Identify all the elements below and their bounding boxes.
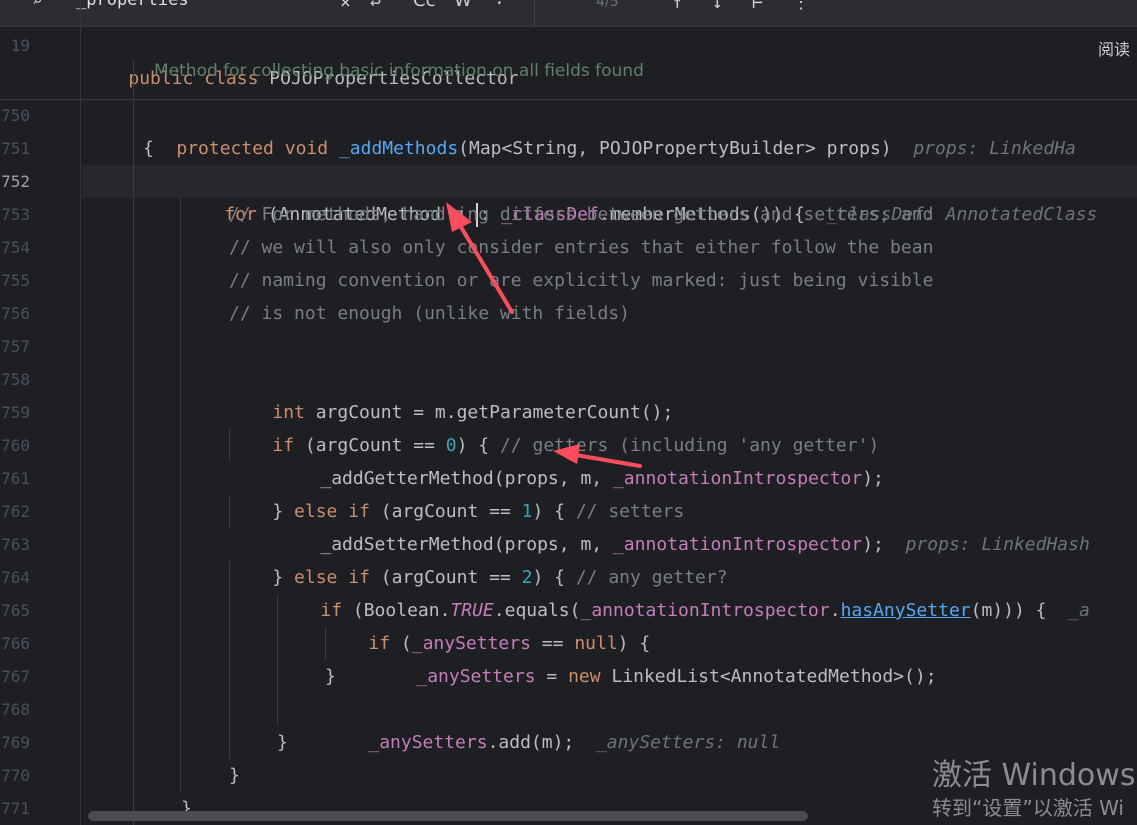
code-text: (m))) { — [970, 600, 1047, 621]
more-options-icon[interactable]: ⋮ — [792, 0, 810, 12]
code-text: } — [277, 732, 288, 753]
next-match-icon[interactable]: ↓ — [712, 0, 723, 12]
code-comment[interactable]: // we will also only consider entries th… — [229, 231, 933, 264]
code-text: } — [325, 666, 336, 687]
code-text: } — [229, 765, 240, 786]
method-params: (Map<String, POJOPropertyBuilder> props) — [458, 138, 892, 159]
whole-word-button[interactable]: W — [454, 0, 472, 10]
code-text: ); — [862, 468, 884, 489]
regex-button[interactable]: .* — [494, 0, 516, 8]
line-number: 762 — [1, 502, 30, 521]
sticky-scroll-header: 19 public class POJOPropertiesCollector … — [0, 27, 1137, 100]
code-text: = — [535, 666, 569, 687]
search-icon[interactable]: ⌕ — [32, 0, 43, 10]
method-link[interactable]: hasAnySetter — [841, 600, 971, 621]
code-line[interactable]: int argCount = m.getParameterCount(); — [229, 363, 673, 423]
field-reference: _anySetters — [368, 732, 488, 753]
code-line[interactable]: if (Boolean.TRUE.equals(_annotationIntro… — [277, 561, 1090, 621]
code-line[interactable]: } — [229, 759, 240, 792]
windows-activation-watermark-subtitle: 转到“设置”以激活 Wi — [932, 796, 1124, 820]
line-number: 760 — [1, 436, 30, 455]
code-text: { — [143, 138, 154, 159]
line-number: 770 — [1, 766, 30, 785]
indent-guide — [133, 99, 134, 825]
line-number: 771 — [1, 799, 30, 818]
sticky-doc-comment[interactable]: Method for collecting basic information … — [154, 55, 644, 88]
code-line[interactable]: protected void _addMethods(Map<String, P… — [133, 99, 1076, 159]
method-name: _addMethods — [338, 138, 459, 159]
horizontal-scrollbar[interactable] — [88, 811, 808, 821]
match-case-button[interactable]: Cc — [413, 0, 435, 10]
code-text: ); — [862, 534, 884, 555]
line-number: 755 — [1, 271, 30, 290]
find-bar: ⌕ _properties × ↩ Cc W .* 4/5 ↑ ↓ ⊢ ⋮ — [0, 0, 1137, 27]
match-counter: 4/5 — [596, 0, 619, 10]
inline-debug-hint: props: LinkedHa — [913, 138, 1076, 159]
gutter-divider — [80, 0, 81, 825]
code-comment[interactable]: // For methods, handling differs between… — [229, 198, 933, 231]
line-number: 751 — [1, 139, 30, 158]
line-number: 756 — [1, 304, 30, 323]
line-number-current: 752 — [1, 172, 30, 191]
code-comment[interactable]: // is not enough (unlike with fields) — [229, 297, 630, 330]
keyword: new — [568, 666, 601, 687]
find-input[interactable]: _properties — [76, 0, 189, 10]
line-number: 750 — [1, 106, 30, 125]
previous-match-icon[interactable]: ↑ — [672, 0, 683, 12]
inline-debug-hint: props: LinkedHash — [905, 534, 1090, 555]
line-number: 753 — [1, 205, 30, 224]
code-line[interactable]: } — [277, 726, 288, 759]
code-comment[interactable]: // naming convention or are explicitly m… — [229, 264, 933, 297]
filter-icon[interactable]: ⊢ — [752, 0, 763, 12]
line-number: 758 — [1, 370, 30, 389]
replace-toggle-icon[interactable]: ↩ — [370, 0, 381, 12]
indent-guide — [133, 60, 134, 98]
reader-mode-label[interactable]: 阅读 — [1098, 36, 1130, 60]
code-line[interactable]: _anySetters.add(m); _anySetters: null — [325, 693, 780, 753]
code-line[interactable]: if (argCount == 0) { // getters (includi… — [229, 396, 879, 456]
field-reference: _anySetters — [416, 666, 536, 687]
inline-debug-hint: _anySetters: null — [595, 732, 781, 753]
line-number: 765 — [1, 601, 30, 620]
code-line[interactable]: if (_anySetters == null) { — [325, 594, 650, 654]
indent-guide — [180, 198, 181, 792]
line-number: 754 — [1, 238, 30, 257]
sticky-line-number: 19 — [10, 36, 30, 55]
inline-debug-hint: _a — [1068, 600, 1090, 621]
line-number: 769 — [1, 733, 30, 752]
keyword: protected — [176, 138, 274, 159]
line-number: 761 — [1, 469, 30, 488]
windows-activation-watermark-title: 激活 Windows — [932, 758, 1136, 793]
code-line[interactable]: } else if (argCount == 1) { // setters — [229, 462, 684, 522]
find-bar-divider — [534, 0, 535, 26]
code-line[interactable]: { — [143, 132, 154, 165]
code-text: LinkedList<AnnotatedMethod>(); — [600, 666, 937, 687]
line-number: 757 — [1, 337, 30, 356]
code-text: .add(m); — [487, 732, 575, 753]
line-number: 766 — [1, 634, 30, 653]
code-line[interactable]: } — [325, 660, 336, 693]
code-line[interactable]: } else if (argCount == 2) { // any gette… — [229, 528, 727, 588]
code-line[interactable]: _addGetterMethod(props, m, _annotationIn… — [277, 429, 884, 489]
line-number: 768 — [1, 700, 30, 719]
clear-search-icon[interactable]: × — [340, 0, 351, 12]
keyword: void — [284, 138, 329, 159]
line-number: 763 — [1, 535, 30, 554]
code-line[interactable]: _anySetters = new LinkedList<AnnotatedMe… — [373, 627, 936, 687]
line-number: 764 — [1, 568, 30, 587]
code-text: . — [829, 600, 841, 621]
code-line-current[interactable]: for (AnnotatedMethod m : _classDef.membe… — [181, 165, 1097, 227]
code-line[interactable]: _addSetterMethod(props, m, _annotationIn… — [277, 495, 1089, 555]
line-number: 767 — [1, 667, 30, 686]
line-number: 759 — [1, 403, 30, 422]
